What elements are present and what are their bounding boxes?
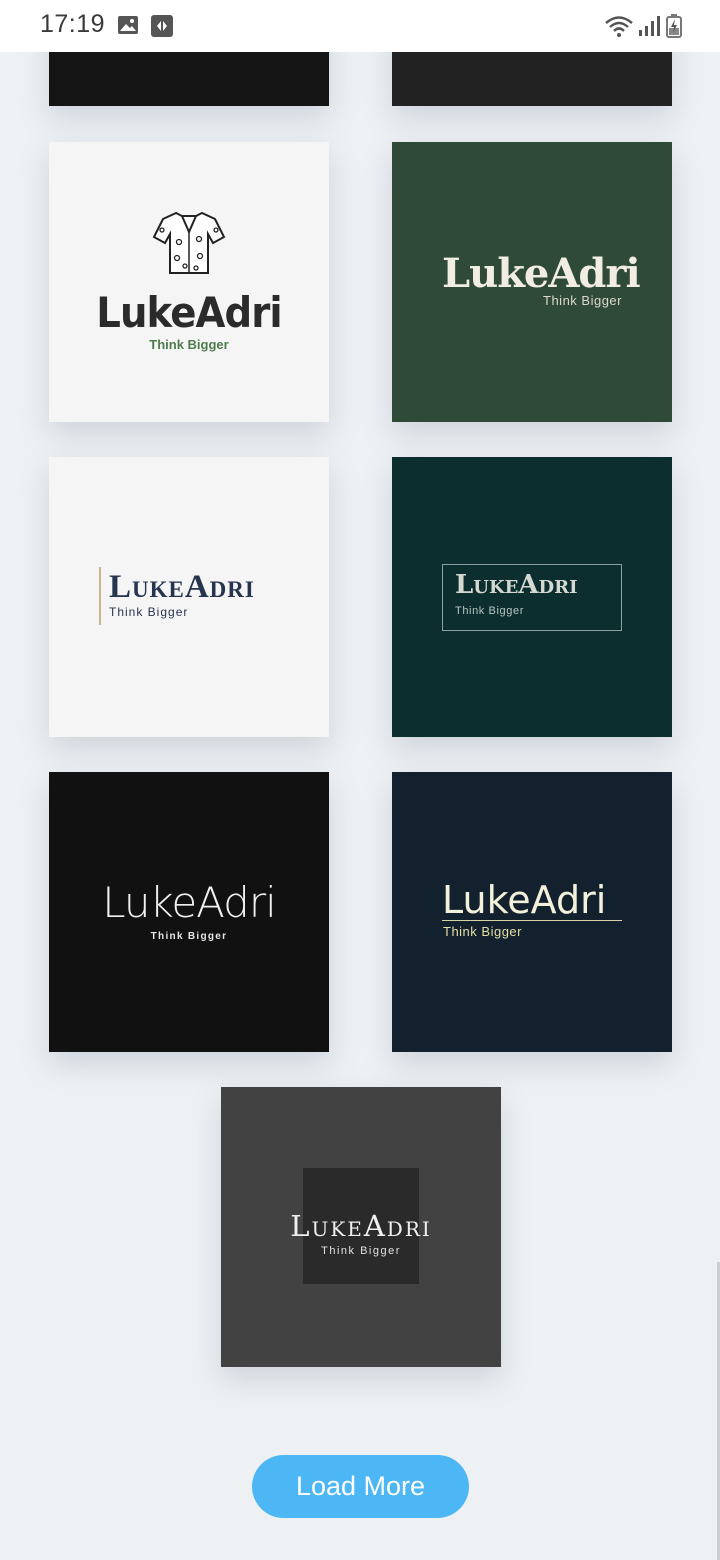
logo-card-6[interactable]: LukeAdri Think Bigger: [392, 772, 672, 1052]
brand-tagline: Think Bigger: [455, 605, 524, 617]
brand-tagline: Think Bigger: [321, 1245, 401, 1257]
logo-card-5[interactable]: LukeAdri Think Bigger: [49, 772, 329, 1052]
status-time: 17:19: [40, 10, 106, 38]
image-icon: [117, 14, 139, 41]
underline-rule: [442, 920, 622, 921]
brand-name: LukeAdri: [455, 570, 578, 600]
brand-name: LukeAdri: [442, 250, 641, 297]
brand-name: LukeAdri: [96, 288, 282, 337]
brand-name: LukeAdri: [102, 878, 277, 927]
logo-card-1[interactable]: LukeAdri Think Bigger: [49, 142, 329, 422]
signal-icon: [638, 15, 660, 42]
card-background: [49, 142, 329, 422]
logo-card-2[interactable]: LukeAdri Think Bigger: [392, 142, 672, 422]
logo-card-3[interactable]: LukeAdri Think Bigger: [49, 457, 329, 737]
brand-name: LukeAdri: [290, 1209, 432, 1243]
shirt-icon: [152, 210, 226, 281]
brand-name: LukeAdri: [109, 569, 255, 605]
load-more-button[interactable]: Load More: [252, 1455, 469, 1518]
brand-tagline: Think Bigger: [149, 337, 229, 352]
status-bar: 17:19: [0, 0, 720, 52]
wifi-icon: [604, 15, 634, 44]
brand-name: LukeAdri: [442, 878, 607, 922]
app-notification-icon: [150, 14, 174, 43]
brand-tagline: Think Bigger: [150, 931, 228, 942]
logo-card-7[interactable]: LukeAdri Think Bigger: [221, 1087, 501, 1367]
brand-tagline: Think Bigger: [543, 293, 622, 308]
logo-card-4[interactable]: LukeAdri Think Bigger: [392, 457, 672, 737]
brand-tagline: Think Bigger: [443, 924, 522, 939]
accent-bar: [99, 567, 101, 625]
brand-tagline: Think Bigger: [109, 605, 189, 619]
battery-charging-icon: [666, 14, 682, 43]
